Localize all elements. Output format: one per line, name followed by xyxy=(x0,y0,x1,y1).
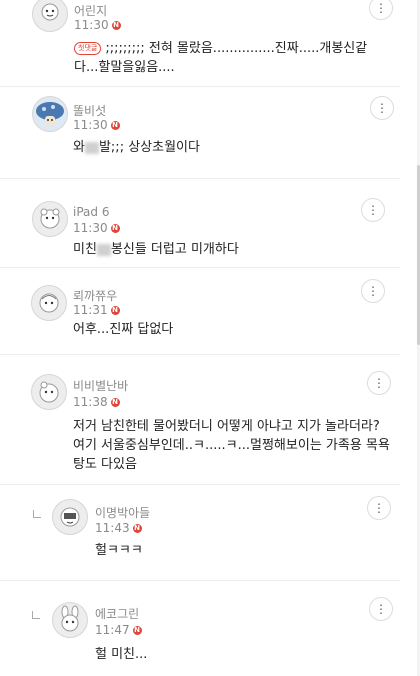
comment-nickname[interactable]: 뢰까쮸우 xyxy=(73,287,117,304)
more-vertical-icon[interactable]: ⋮ xyxy=(367,496,391,520)
comment-nickname[interactable]: 똘비섯 xyxy=(73,102,106,119)
comment-text: 어후...진짜 답없다 xyxy=(73,322,174,337)
first-comment-badge: 첫댓글 xyxy=(74,42,102,55)
comment-time: 11:30 xyxy=(74,18,109,32)
comment-item: 뢰까쮸우 11:31 N 어후...진짜 답없다 ⋮ xyxy=(0,268,420,354)
new-badge: N xyxy=(110,397,120,407)
new-badge: N xyxy=(111,20,121,30)
new-badge: N xyxy=(132,523,142,533)
new-badge: N xyxy=(132,625,142,635)
comment-text: 저거 남친한테 물어봤더니 어떻게 아냐고 지가 놀라더라?여기 서울중심부인데… xyxy=(73,419,390,472)
comment-text: 미친 봉신들 더럽고 미개하다 xyxy=(73,242,239,257)
comment-nickname[interactable]: 어린지 xyxy=(74,2,107,19)
comment-time: 11:47 xyxy=(95,623,130,637)
comment-nickname[interactable]: iPad 6 xyxy=(73,205,109,219)
avatar[interactable] xyxy=(31,285,67,321)
avatar[interactable] xyxy=(32,96,68,132)
new-badge: N xyxy=(110,223,120,233)
avatar[interactable] xyxy=(31,374,67,410)
more-vertical-icon[interactable]: ⋮ xyxy=(367,371,391,395)
comment-nickname[interactable]: 에코그린 xyxy=(95,605,139,622)
comment-text: 헐 미친... xyxy=(95,647,148,662)
censored-text xyxy=(96,243,111,256)
comment-text: 첫댓글;;;;;;;;; 전혀 몰랐음...............진짜....… xyxy=(74,41,368,75)
more-vertical-icon[interactable]: ⋮ xyxy=(369,0,393,20)
comment-time: 11:30 xyxy=(73,118,108,132)
comment-time: 11:31 xyxy=(73,303,108,317)
comment-item: 비비별난바 11:38 N 저거 남친한테 물어봤더니 어떻게 아냐고 지가 놀… xyxy=(0,355,420,484)
reply-item: 이명박아들 11:43 N 헐ㅋㅋㅋ ⋮ xyxy=(0,485,420,580)
comment-text: 와 발;;; 상상초월이다 xyxy=(73,140,200,155)
comment-item: 똘비섯 11:30 N 와 발;;; 상상초월이다 ⋮ xyxy=(0,87,420,178)
avatar[interactable] xyxy=(32,201,68,237)
comment-time: 11:43 xyxy=(95,521,130,535)
reply-item: 에코그린 11:47 N 헐 미친... ⋮ xyxy=(0,581,420,676)
comment-text: 헐ㅋㅋㅋ xyxy=(95,543,143,558)
more-vertical-icon[interactable]: ⋮ xyxy=(369,597,393,621)
new-badge: N xyxy=(110,305,120,315)
reply-arrow-icon xyxy=(32,611,40,619)
censored-text xyxy=(84,141,99,154)
comment-item: iPad 6 11:30 N 미친 봉신들 더럽고 미개하다 ⋮ xyxy=(0,179,420,267)
comment-time: 11:38 xyxy=(73,395,108,409)
avatar[interactable] xyxy=(32,0,68,32)
comment-item: 어린지 11:30 N 첫댓글;;;;;;;;; 전혀 몰랐음.........… xyxy=(0,0,420,86)
comment-time: 11:30 xyxy=(73,221,108,235)
more-vertical-icon[interactable]: ⋮ xyxy=(361,279,385,303)
comment-nickname[interactable]: 비비별난바 xyxy=(73,377,128,394)
new-badge: N xyxy=(110,120,120,130)
more-vertical-icon[interactable]: ⋮ xyxy=(361,198,385,222)
avatar[interactable] xyxy=(52,602,88,638)
reply-arrow-icon xyxy=(33,510,41,518)
avatar[interactable] xyxy=(52,499,88,535)
comment-nickname[interactable]: 이명박아들 xyxy=(95,504,150,521)
more-vertical-icon[interactable]: ⋮ xyxy=(370,96,394,120)
